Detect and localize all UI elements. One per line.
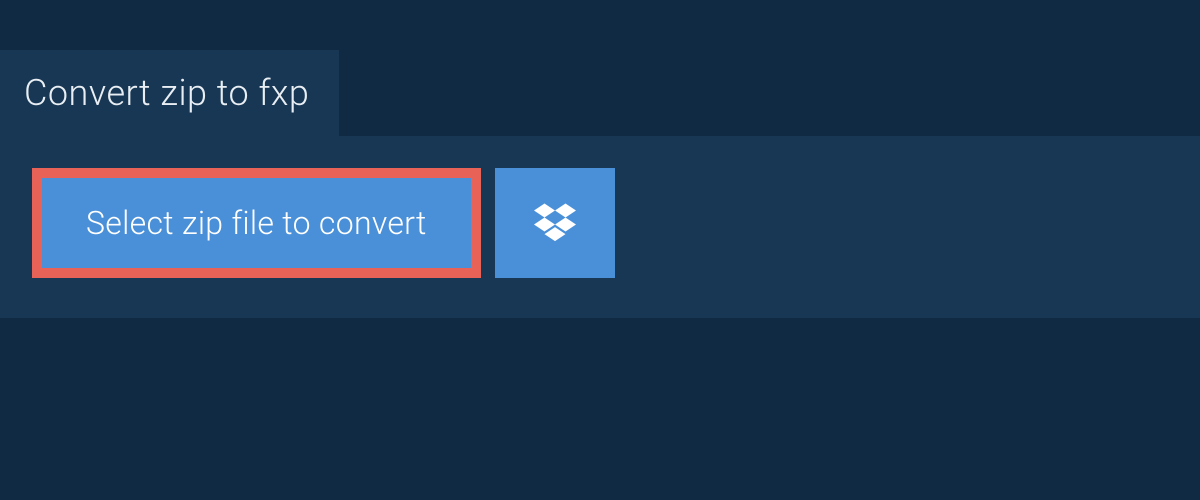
button-row: Select zip file to convert xyxy=(32,168,1168,278)
dropbox-button[interactable] xyxy=(495,168,615,278)
page-title: Convert zip to fxp xyxy=(24,72,309,114)
select-file-button[interactable]: Select zip file to convert xyxy=(32,168,481,278)
select-file-label: Select zip file to convert xyxy=(86,204,427,242)
dropbox-icon xyxy=(534,200,576,246)
upload-panel: Select zip file to convert xyxy=(0,136,1200,318)
page-header-tab: Convert zip to fxp xyxy=(0,50,339,136)
